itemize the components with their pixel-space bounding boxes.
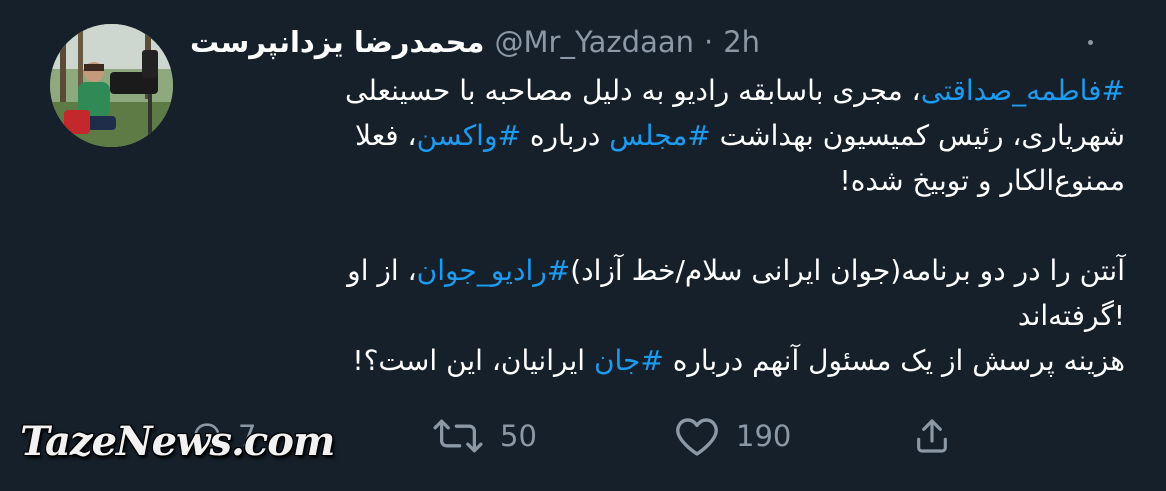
share-icon [912,415,952,457]
tweet-text-segment: درباره [520,119,610,152]
tweet-text-segment: ، از او [347,254,417,287]
tweet-line: #فاطمه_صداقتی، مجری باسابقه رادیو به دلی… [185,68,1125,113]
avatar[interactable] [50,24,173,147]
tweet-line: شهریاری، رئیس کمیسیون بهداشت #مجلس دربار… [185,113,1125,158]
retweet-button[interactable]: 50 [430,408,537,464]
tweet-text-segment: ممنوع‌الکار و توبیخ شده! [839,164,1125,197]
hashtag-link[interactable]: #واکسن [417,119,521,152]
retweet-icon [430,418,486,454]
display-name[interactable]: محمدرضا یزدانپرست [190,25,485,59]
tweet-blank-line [185,203,1125,248]
share-button[interactable] [912,408,966,464]
retweet-count: 50 [500,419,537,453]
more-horizontal-icon [1087,39,1093,45]
like-button[interactable]: 190 [672,408,791,464]
avatar-photo [50,24,173,147]
tweet-line: !گرفته‌اند [185,293,1125,338]
tweet-text-segment: ایرانیان، این است؟! [352,344,594,377]
like-count: 190 [736,419,792,453]
handle[interactable]: @Mr_Yazdaan [495,25,695,59]
tweet-line: ممنوع‌الکار و توبیخ شده! [185,158,1125,203]
tweet-line: آنتن را در دو برنامه(جوان ایرانی سلام/خط… [185,248,1125,293]
tweet-text: #فاطمه_صداقتی، مجری باسابقه رادیو به دلی… [185,68,1125,383]
hashtag-link[interactable]: #مجلس [609,119,711,152]
tweet-text-segment: آنتن را در دو برنامه(جوان ایرانی سلام/خط… [570,254,1125,287]
hashtag-link[interactable]: #فاطمه_صداقتی [921,74,1125,107]
heart-icon [672,414,722,458]
hashtag-link[interactable]: #جان [594,344,664,377]
watermark: TazeNews.com [20,418,335,465]
tweet-header: محمدرضا یزدانپرست @Mr_Yazdaan · 2h [190,18,760,66]
tweet-text-segment: ، مجری باسابقه رادیو به دلیل مصاحبه با ح… [345,74,921,107]
timestamp[interactable]: 2h [723,25,760,59]
more-options-button[interactable] [1068,26,1112,58]
tweet-text-segment: شهریاری، رئیس کمیسیون بهداشت [710,119,1125,152]
tweet-line: هزینه پرسش از یک مسئول آنهم درباره #جان … [185,338,1125,383]
hashtag-link[interactable]: #رادیو_جوان [417,254,571,287]
separator: · [704,25,714,59]
tweet-text-segment: !گرفته‌اند [1017,299,1125,332]
tweet-text-segment: هزینه پرسش از یک مسئول آنهم درباره [663,344,1125,377]
tweet-text-segment: ، فعلا [355,119,417,152]
